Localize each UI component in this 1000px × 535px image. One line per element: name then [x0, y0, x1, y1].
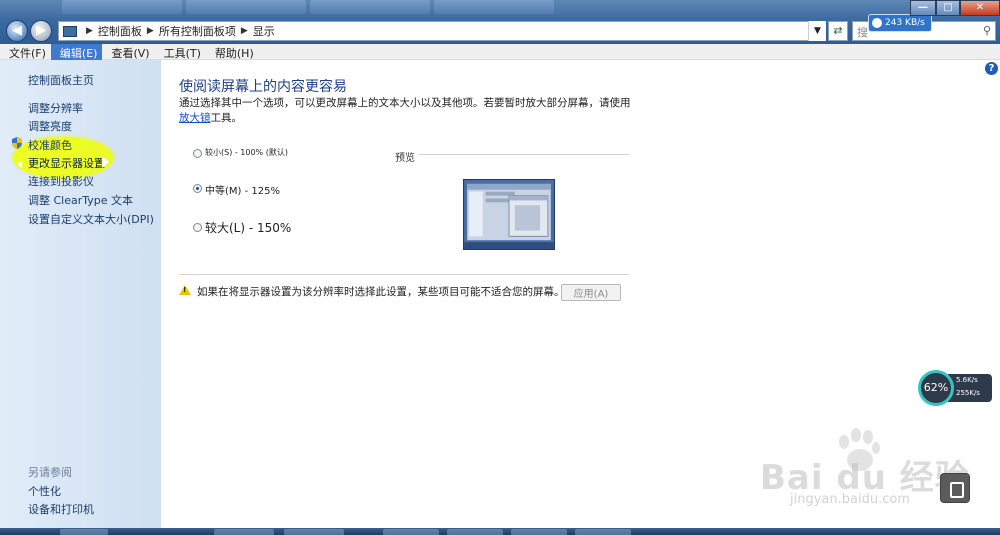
sidebar-item-cleartype[interactable]: 调整 ClearType 文本 — [28, 192, 133, 208]
download-speed-badge: 243 KB/s — [868, 14, 932, 32]
network-percent: 62% — [918, 370, 954, 406]
sidebar-item-home[interactable]: 控制面板主页 — [28, 72, 94, 88]
sidebar-item-resolution[interactable]: 调整分辨率 — [28, 100, 83, 116]
preview-image — [463, 179, 555, 250]
breadcrumb-item[interactable]: 所有控制面板项 — [159, 23, 236, 39]
sidebar-item-projector[interactable]: 连接到投影仪 — [28, 173, 94, 189]
sidebar-item-calibrate-color[interactable]: 校准颜色 — [28, 137, 72, 153]
radio-medium[interactable] — [193, 184, 202, 193]
menu-tools[interactable]: 工具(T) — [155, 44, 206, 60]
shield-icon — [12, 137, 22, 149]
option-label-medium[interactable]: 中等(M) - 125% — [205, 182, 280, 197]
address-dropdown-icon[interactable]: ▼ — [808, 21, 826, 41]
menu-edit[interactable]: 编辑(E) — [50, 44, 103, 60]
pointer-arrow-icon — [102, 156, 109, 168]
menu-view[interactable]: 查看(V) — [102, 44, 154, 60]
see-also-personalize[interactable]: 个性化 — [28, 483, 61, 499]
download-speed: 255K/s — [956, 389, 980, 397]
search-placeholder: 搜 — [857, 26, 868, 39]
taskbar-button[interactable] — [284, 529, 344, 535]
help-icon[interactable]: ? — [985, 62, 998, 75]
preview-label: 预览 — [395, 153, 415, 164]
window-titlebar: ◀ ▶ ▶ 控制面板 ▶ 所有控制面板项 ▶ 显示 ▼ ⇄ 搜 ⚲ 243 KB… — [0, 0, 1000, 44]
maximize-button[interactable]: □ — [936, 0, 960, 16]
address-bar[interactable]: ▶ 控制面板 ▶ 所有控制面板项 ▶ 显示 — [58, 21, 826, 41]
page-description: 通过选择其中一个选项，可以更改屏幕上的文本大小以及其他项。若要暂时放大部分屏幕，… — [179, 96, 631, 126]
window-tab[interactable] — [434, 0, 554, 14]
preview-divider — [419, 154, 629, 155]
see-also-heading: 另请参阅 — [28, 466, 72, 479]
taskbar-button[interactable] — [383, 529, 439, 535]
refresh-button[interactable]: ⇄ — [828, 21, 848, 41]
apply-button[interactable]: 应用(A) — [561, 284, 621, 301]
taskbar-button[interactable] — [60, 529, 108, 535]
see-also-devices-printers[interactable]: 设备和打印机 — [28, 501, 94, 517]
sidebar-item-custom-dpi[interactable]: 设置自定义文本大小(DPI) — [28, 211, 154, 227]
option-label-smaller[interactable]: 较小(S) - 100% (默认) — [205, 147, 288, 158]
radio-larger[interactable] — [193, 223, 202, 232]
network-monitor-widget[interactable]: 62% 5.6K/s 255K/s — [918, 370, 992, 406]
breadcrumb-separator-icon[interactable]: ▶ — [147, 26, 154, 36]
taskbar-button[interactable] — [447, 529, 503, 535]
breadcrumb-separator-icon: ▶ — [86, 26, 93, 36]
description-text-end: 工具。 — [210, 112, 243, 124]
magnifier-link[interactable]: 放大镜 — [179, 112, 211, 124]
taskbar-tabs — [62, 0, 582, 16]
breadcrumb-item[interactable]: 显示 — [253, 23, 275, 39]
breadcrumb-item[interactable]: 控制面板 — [98, 23, 142, 39]
menu-bar: 文件(F) 编辑(E) 查看(V) 工具(T) 帮助(H) — [0, 44, 1000, 60]
warning-text: 如果在将显示器设置为该分辨率时选择此设置，某些项目可能不适合您的屏幕。 — [197, 286, 565, 298]
taskbar-button[interactable] — [214, 529, 274, 535]
menu-file[interactable]: 文件(F) — [0, 44, 51, 60]
content-divider — [179, 274, 629, 275]
page-title: 使阅读屏幕上的内容更容易 — [179, 79, 347, 95]
search-icon[interactable]: ⚲ — [983, 24, 991, 37]
upload-speed: 5.6K/s — [956, 376, 978, 384]
taskbar-button[interactable] — [575, 529, 631, 535]
minimize-button[interactable]: — — [910, 0, 936, 16]
window-tab[interactable] — [186, 0, 306, 14]
warning-icon — [179, 285, 191, 295]
menu-help[interactable]: 帮助(H) — [206, 44, 259, 60]
window-tab[interactable] — [310, 0, 430, 14]
current-page-indicator-icon — [17, 160, 22, 168]
sidebar: 控制面板主页 调整分辨率 调整亮度 校准颜色 更改显示器设置 连接到投影仪 调整… — [0, 60, 161, 535]
sidebar-item-brightness[interactable]: 调整亮度 — [28, 118, 72, 134]
computer-icon — [63, 25, 77, 37]
close-button[interactable]: ✕ — [960, 0, 1000, 16]
option-label-larger[interactable]: 较大(L) - 150% — [205, 219, 291, 236]
description-text: 通过选择其中一个选项，可以更改屏幕上的文本大小以及其他项。若要暂时放大部分屏幕，… — [179, 97, 631, 109]
download-speed-icon — [872, 18, 882, 28]
download-speed-text: 243 KB/s — [885, 18, 925, 28]
window-tab[interactable] — [62, 0, 182, 14]
radio-smaller[interactable] — [193, 149, 202, 158]
taskbar-button[interactable] — [511, 529, 567, 535]
upload-icon[interactable] — [940, 473, 970, 503]
sidebar-item-change-display-settings[interactable]: 更改显示器设置 — [28, 155, 105, 171]
forward-button[interactable]: ▶ — [30, 20, 52, 42]
back-button[interactable]: ◀ — [6, 20, 28, 42]
breadcrumb-separator-icon[interactable]: ▶ — [241, 26, 248, 36]
watermark-url: jingyan.baidu.com — [790, 492, 910, 507]
